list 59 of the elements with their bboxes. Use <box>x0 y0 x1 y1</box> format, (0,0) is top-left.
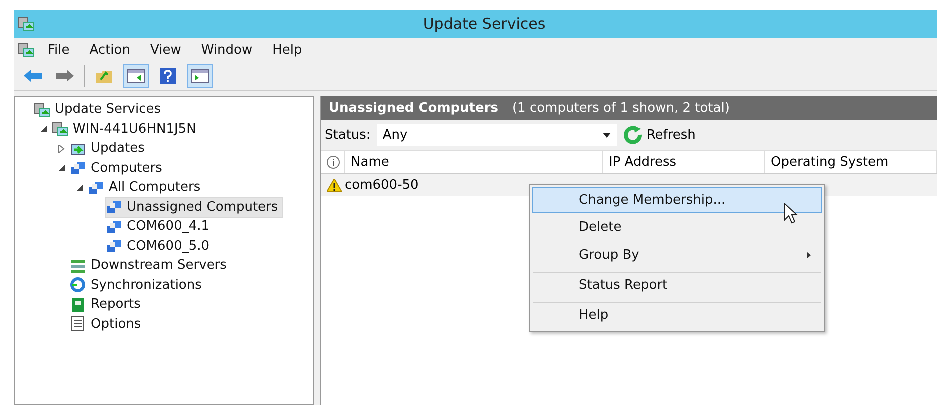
menu-item[interactable]: Change Membership... <box>532 187 822 213</box>
mouse-cursor-icon <box>784 203 798 225</box>
tree-item[interactable]: COM600_5.0 <box>105 236 215 257</box>
tree-item[interactable]: Computers <box>69 158 168 179</box>
expanded-arrow-icon[interactable] <box>40 125 48 134</box>
status-label: Status: <box>325 128 371 142</box>
computers-icon <box>106 218 122 235</box>
menu-item[interactable]: Delete <box>532 213 822 241</box>
folder-icon <box>95 68 113 84</box>
column-header[interactable]: Name <box>345 151 603 173</box>
submenu-arrow-icon <box>807 252 811 258</box>
expanded-arrow-icon[interactable] <box>58 164 66 172</box>
menu-item[interactable]: Help <box>264 40 310 60</box>
tree-item[interactable]: Update Services <box>33 99 166 120</box>
computers-icon <box>106 238 122 254</box>
tree-item[interactable]: WIN-441U6HN1J5N <box>51 118 202 140</box>
tree-item[interactable]: Updates <box>69 138 150 160</box>
dropdown-caret-icon <box>602 132 611 138</box>
tree-item[interactable]: COM600_4.1 <box>105 216 215 238</box>
toolbar-button[interactable] <box>123 64 149 88</box>
server-stack-icon <box>70 258 86 274</box>
refresh-icon <box>622 126 643 144</box>
expanded-arrow-icon[interactable] <box>76 184 84 192</box>
back-arrow-icon <box>23 69 43 83</box>
menu-item[interactable]: Window <box>193 40 261 60</box>
column-header[interactable]: IP Address <box>603 151 765 173</box>
menu-item[interactable]: View <box>142 40 190 60</box>
collapsed-arrow-icon[interactable] <box>58 144 66 153</box>
status-dropdown[interactable]: Any <box>376 124 617 146</box>
table-cell: com600-50 <box>345 178 419 192</box>
book-icon <box>70 296 86 313</box>
panel-title: Unassigned Computers <box>329 100 498 116</box>
computers-icon <box>70 160 86 176</box>
menu-item[interactable]: Status Report <box>532 271 822 299</box>
tree-item[interactable]: Options <box>69 314 146 335</box>
list-icon <box>70 316 86 332</box>
menu-item[interactable]: File <box>40 40 78 60</box>
window-title: Update Services <box>422 15 547 33</box>
computers-icon <box>106 199 122 216</box>
app-icon <box>18 16 36 32</box>
tree-item[interactable]: Synchronizations <box>69 274 207 296</box>
computers-icon <box>88 180 104 196</box>
menu-item[interactable]: Help <box>532 301 822 329</box>
info-icon <box>327 156 340 168</box>
tree-item[interactable]: Downstream Servers <box>69 255 232 276</box>
forward-arrow-icon <box>55 69 75 83</box>
pane-icon <box>191 69 209 83</box>
tree-item[interactable]: Reports <box>69 294 146 316</box>
panel-subtitle: (1 computers of 1 shown, 2 total) <box>512 100 730 116</box>
pane-icon <box>127 69 145 83</box>
tree-item[interactable]: Unassigned Computers <box>105 196 284 218</box>
menu-item[interactable]: Group By <box>532 241 822 269</box>
toolbar-button[interactable] <box>187 64 213 88</box>
refresh-button[interactable]: Refresh <box>622 126 696 144</box>
app-icon[interactable] <box>18 42 36 58</box>
column-header[interactable]: Operating System <box>765 151 937 173</box>
help-icon <box>160 68 176 84</box>
menu-item[interactable]: Action <box>82 40 138 60</box>
tree-item[interactable]: All Computers <box>87 177 206 198</box>
